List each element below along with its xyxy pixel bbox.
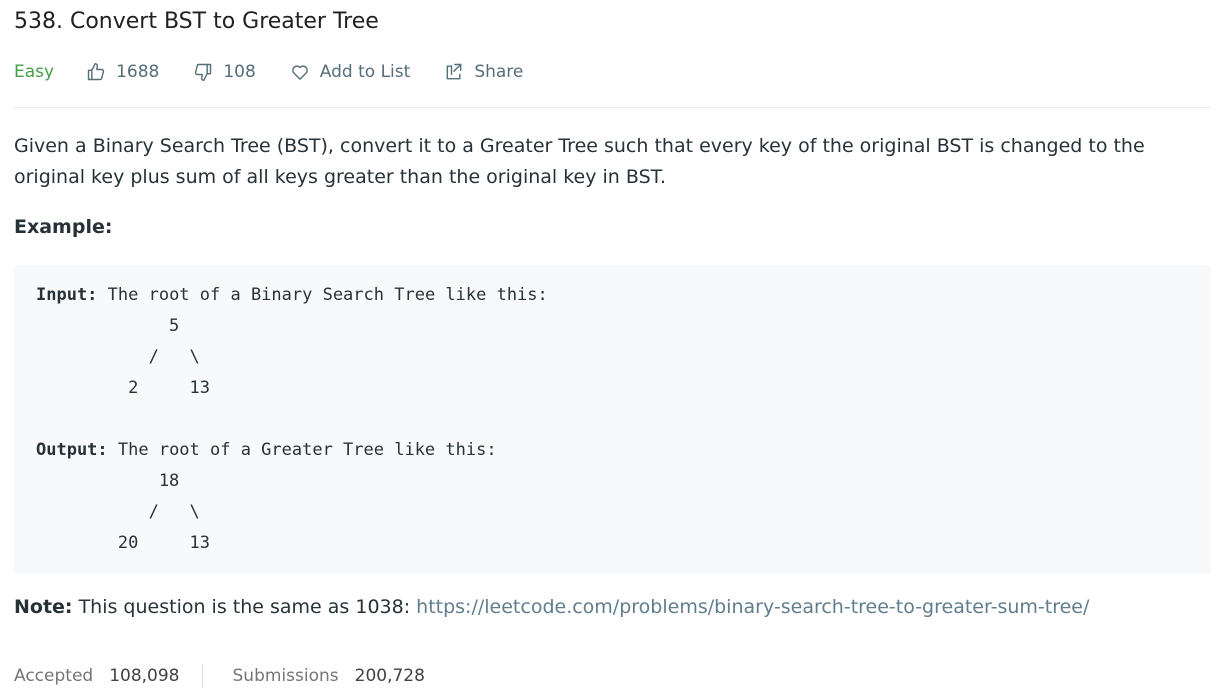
accepted-count: 108,098 <box>109 666 180 686</box>
thumbs-down-icon <box>195 63 212 82</box>
add-to-list-button[interactable]: Add to List <box>290 62 411 82</box>
add-to-list-label: Add to List <box>319 62 411 82</box>
output-text: The root of a Greater Tree like this: <box>107 440 497 460</box>
dislike-count: 108 <box>223 62 256 82</box>
stats-divider <box>201 664 203 688</box>
input-label: Input: <box>36 285 98 305</box>
share-icon <box>446 63 462 80</box>
input-tree: 5 / \ 2 13 <box>128 316 210 398</box>
submissions-count: 200,728 <box>354 666 425 686</box>
header-divider <box>14 107 1211 108</box>
example-code-block: Input: The root of a Binary Search Tree … <box>14 265 1211 574</box>
share-label: Share <box>474 62 524 82</box>
heart-icon <box>291 65 308 80</box>
like-button[interactable]: 1688 <box>86 62 159 82</box>
input-text: The root of a Binary Search Tree like th… <box>97 285 548 305</box>
note-label: Note: <box>14 596 73 618</box>
difficulty-badge: Easy <box>14 62 55 82</box>
problem-description: Given a Binary Search Tree (BST), conver… <box>14 135 1145 188</box>
example-heading: Example: <box>14 216 113 238</box>
submission-stats: Accepted 108,098 Submissions 200,728 <box>14 664 425 688</box>
problem-meta-row: Easy 1688 108 Add to List Share <box>14 58 557 86</box>
output-label: Output: <box>36 440 108 460</box>
submissions-label: Submissions <box>232 666 339 686</box>
problem-title: 538. Convert BST to Greater Tree <box>14 9 379 34</box>
example-pre: Input: The root of a Binary Search Tree … <box>36 280 1189 559</box>
problem-page: 538. Convert BST to Greater Tree Easy 16… <box>0 0 1225 700</box>
thumbs-up-icon <box>87 62 105 81</box>
output-tree: 18 / \ 20 13 <box>117 471 210 553</box>
share-button[interactable]: Share <box>444 62 523 82</box>
note-paragraph: Note: This question is the same as 1038:… <box>14 596 1089 618</box>
like-count: 1688 <box>116 62 160 82</box>
accepted-label: Accepted <box>14 666 94 686</box>
note-text: This question is the same as 1038: <box>72 596 417 618</box>
related-problem-link[interactable]: https://leetcode.com/problems/binary-sea… <box>416 596 1089 618</box>
dislike-button[interactable]: 108 <box>193 62 256 82</box>
